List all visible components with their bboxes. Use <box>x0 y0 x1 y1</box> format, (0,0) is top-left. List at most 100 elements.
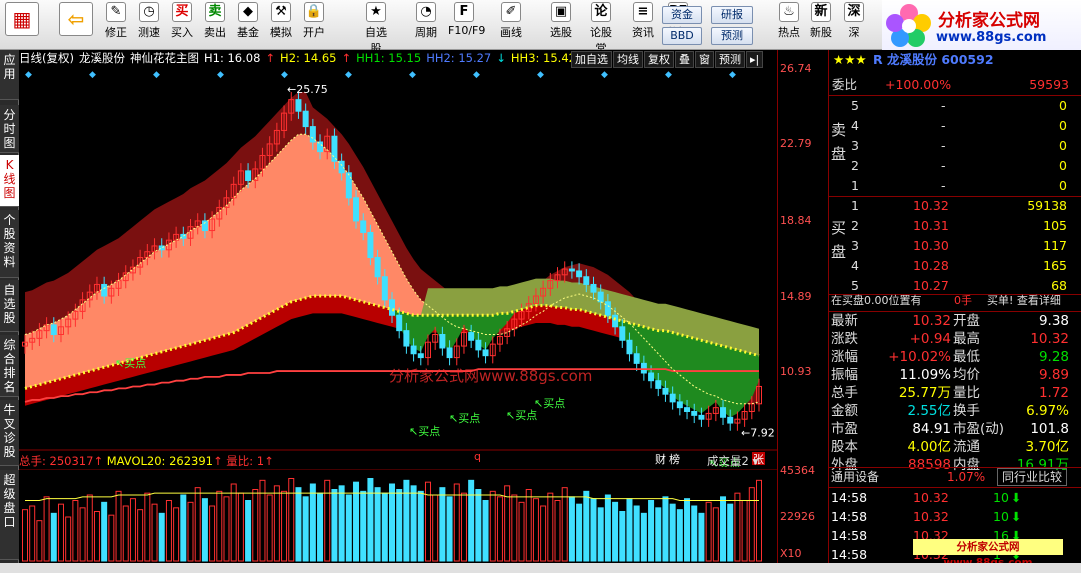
toolbar-button-10[interactable]: ◔ 周期 <box>410 2 442 40</box>
toolbar-pill-3[interactable]: 预测 <box>711 27 753 45</box>
volume-bar <box>345 494 352 562</box>
buy-level: 1 <box>851 198 859 213</box>
chart-nav-icon[interactable]: ▸| <box>746 51 764 68</box>
stat-value: 11.09% <box>899 367 951 383</box>
toolbar-button-19[interactable]: 深深 <box>838 2 870 40</box>
tick-price: 10.32 <box>913 490 949 505</box>
vertical-tabs: 应用分时图 K线图个股资料自选股综合排名牛叉诊股超级盘口 <box>0 50 19 563</box>
top-marker: ◆ <box>665 70 672 80</box>
top-marker: ◆ <box>537 70 544 80</box>
price-tick: 10.93 <box>780 365 812 378</box>
volume-svg <box>19 469 777 562</box>
toolbar-button-4[interactable]: 买买入 <box>166 2 198 40</box>
toolbar-button-label: F10/F9 <box>448 24 486 37</box>
vtab-4[interactable]: 自选股 <box>0 280 19 332</box>
industry-name[interactable]: 通用设备 <box>831 467 879 487</box>
toolbar-button-5[interactable]: 卖卖出 <box>199 2 231 40</box>
weibi-label: 委比 <box>832 77 858 92</box>
toolbar-pill-2[interactable]: BBD <box>662 27 702 45</box>
tick-time: 14:58 <box>831 509 868 524</box>
toolbar-button-18[interactable]: 新新股 <box>805 2 837 40</box>
hh2-value: HH2: 15.27 <box>426 51 492 65</box>
period-label[interactable]: 日线(复权) <box>19 51 74 65</box>
toolbar-button-13[interactable]: ▣ 选股 <box>545 2 577 40</box>
stat-value: 1.72 <box>1038 385 1069 401</box>
toolbar-button-label: 买入 <box>171 26 193 39</box>
volume-bar <box>561 487 568 562</box>
vtab-6[interactable]: 牛叉诊股 <box>0 400 19 466</box>
sell-level: 3 <box>851 138 859 153</box>
quote-row: 4 - 0 <box>829 116 1081 136</box>
weibi-value: +100.00% <box>885 77 952 92</box>
volume-bar <box>209 505 216 562</box>
candle-body <box>662 387 669 395</box>
vtab-3[interactable]: 个股资料 <box>0 210 19 278</box>
toolbar-button-11[interactable]: F F10/F9 <box>448 2 485 37</box>
tick-time: 14:58 <box>831 490 868 505</box>
toolbar-pill-0[interactable]: 资金 <box>662 6 702 24</box>
price-tick: 22.79 <box>780 137 812 150</box>
toolbar-button-17[interactable]: ♨ 热点 <box>773 2 805 40</box>
buy-volume: 105 <box>1043 218 1067 233</box>
chart-btn-5[interactable]: 预测 <box>715 51 745 68</box>
buy-point-label: ↖买点 <box>115 357 146 370</box>
vtab-7[interactable]: 超级盘口 <box>0 470 19 560</box>
toolbar-button-6[interactable]: ◆ 基金 <box>232 2 264 40</box>
stat-label: 涨跌 <box>831 331 858 347</box>
buy-volume: 165 <box>1043 258 1067 273</box>
volume-tick: 45364 <box>780 464 815 477</box>
toolbar-button-12[interactable]: ✐ 画线 <box>495 2 527 40</box>
chart-btn-1[interactable]: 均线 <box>613 51 643 68</box>
chart-btn-3[interactable]: 叠 <box>675 51 694 68</box>
toolbar-button-1[interactable]: ⇦ <box>58 2 94 38</box>
volume-bar <box>367 478 374 562</box>
chart-btn-4[interactable]: 窗 <box>695 51 714 68</box>
quote-row: 涨幅 +10.02% 最低 9.28 <box>829 348 1081 366</box>
volume-bar <box>547 492 554 562</box>
stat-label: 涨幅 <box>831 349 858 365</box>
toolbar-button-label: 选股 <box>550 26 572 39</box>
toolbar-button-14[interactable]: 论论股堂 <box>585 2 617 56</box>
volume-bar <box>72 500 79 562</box>
tick-time: 14:58 <box>831 528 868 543</box>
order-link[interactable]: 买单! 查看详细 <box>987 291 1061 311</box>
vtab-2[interactable]: K线图 <box>0 155 19 207</box>
vtab-1[interactable]: 分时图 <box>0 105 19 153</box>
volume-bar <box>223 496 230 562</box>
quote-panel: ★★★ R 龙溪股份 600592 委比 +100.00% 59593 卖盘 5-0 4-0 3… <box>829 50 1081 573</box>
candle-body <box>482 349 489 357</box>
chart-btn-2[interactable]: 复权 <box>644 51 674 68</box>
hammer-icon: ⚒ <box>271 2 291 22</box>
volume-bar <box>389 483 395 562</box>
chart-btn-0[interactable]: 加自选 <box>571 51 612 68</box>
candle-body <box>655 380 662 389</box>
vtab-5[interactable]: 综合排名 <box>0 335 19 397</box>
logo-url: www.88gs.com <box>936 30 1047 45</box>
volume-selector[interactable]: 成交量2 ▾ <box>707 453 758 469</box>
top-marker: ◆ <box>153 70 160 80</box>
stat-value: 2.55亿 <box>907 403 951 419</box>
toolbar-button-3[interactable]: ◷ 测速 <box>133 2 165 40</box>
candle-body <box>331 135 338 162</box>
toolbar-button-15[interactable]: ≡ 资讯 <box>627 2 659 40</box>
toolbar-button-9[interactable]: ★ 自选股 <box>360 2 392 56</box>
toolbar-pill-1[interactable]: 研报 <box>711 6 753 24</box>
toolbar-button-0[interactable]: ▦ <box>4 2 40 38</box>
volume-bar <box>410 485 417 562</box>
toolbar-button-7[interactable]: ⚒ 模拟 <box>265 2 297 40</box>
toolbar-button-2[interactable]: ✎ 修正 <box>100 2 132 40</box>
volume-bar <box>317 492 324 562</box>
volume-bar <box>43 496 50 562</box>
vtab-0[interactable]: 应用 <box>0 50 19 100</box>
max-price-label: ←25.75 <box>287 83 328 96</box>
candle-body <box>396 314 403 332</box>
volume-bar <box>612 501 619 562</box>
top-marker: ◆ <box>345 70 352 80</box>
indicator-name[interactable]: 神仙花花主图 <box>130 51 199 65</box>
toolbar-button-8[interactable]: 🔒 开户 <box>298 2 330 40</box>
buy-point-label: ↖买点 <box>534 397 565 410</box>
newstock-icon: 新 <box>811 2 831 22</box>
toolbar-button-label: 卖出 <box>204 26 226 39</box>
period-icon: ◔ <box>416 2 436 22</box>
compare-button[interactable]: 同行业比较 <box>997 468 1068 486</box>
